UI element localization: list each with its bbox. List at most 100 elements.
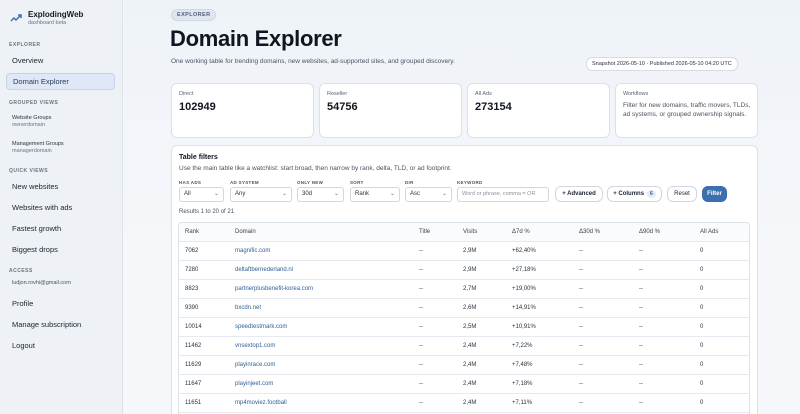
cell-domain-link[interactable]: partnerplusbenefit-korea.com xyxy=(235,280,313,299)
cell-domain-link[interactable]: bxcdn.net xyxy=(235,299,261,318)
cell-visits: 2,4M xyxy=(463,381,477,387)
cell-domain-link[interactable]: mp4moviez.football xyxy=(235,394,287,413)
sidebar-item-fastest-growth[interactable]: Fastest growth xyxy=(6,220,115,237)
brand-name: ExplodingWeb xyxy=(28,10,84,19)
cell-delta30d: -- xyxy=(579,267,583,273)
col-header-delta30d[interactable]: Δ30d % xyxy=(579,223,600,242)
col-header-domain[interactable]: Domain xyxy=(235,223,256,242)
col-header-all-ads[interactable]: All Ads xyxy=(700,223,718,242)
sidebar-item-management-groups[interactable]: Management Groups managerdomain xyxy=(12,141,64,155)
cell-rank: 11647 xyxy=(185,381,202,387)
cell-delta7d: +7,18% xyxy=(512,381,533,387)
col-header-title[interactable]: Title xyxy=(419,223,430,242)
sort-select[interactable]: Rank ⌄ xyxy=(350,187,400,202)
has-ads-select[interactable]: All ⌄ xyxy=(179,187,224,202)
sidebar-item-manage-subscription[interactable]: Manage subscription xyxy=(6,316,115,333)
sidebar-item-domain-explorer[interactable]: Domain Explorer xyxy=(6,73,115,90)
table-row[interactable]: 7062 magnific.com -- 2,9M +62,40% -- -- 0 xyxy=(179,242,749,261)
dir-select[interactable]: Asc ⌄ xyxy=(405,187,452,202)
brand-subtitle: dashboard beta xyxy=(28,20,67,26)
cell-all-ads: 0 xyxy=(700,362,704,368)
col-header-delta7d[interactable]: Δ7d % xyxy=(512,223,530,242)
stat-value: 102949 xyxy=(179,101,216,113)
cell-domain-link[interactable]: deltaftbernederland.nl xyxy=(235,261,293,280)
col-header-visits[interactable]: Visits xyxy=(463,223,477,242)
stat-card-all-ads: All Ads 273154 xyxy=(467,83,610,138)
sidebar-item-website-groups[interactable]: Website Groups ownerdomain xyxy=(12,115,51,129)
table-row[interactable]: 10014 speedtestmark.com -- 2,5M +10,91% -- -- 0 xyxy=(179,318,749,337)
table-row[interactable]: 9390 bxcdn.net -- 2,6M +14,91% -- -- 0 xyxy=(179,299,749,318)
workflows-label: Workflows xyxy=(623,91,649,97)
group-sub: managerdomain xyxy=(12,148,52,154)
cell-domain-link[interactable]: speedtestmark.com xyxy=(235,318,287,337)
col-header-rank[interactable]: Rank xyxy=(185,223,199,242)
workflows-text: Filter for new domains, traffic movers, … xyxy=(623,102,751,118)
table-row[interactable]: 11651 mp4moviez.football -- 2,4M +7,11% -- -- 0 xyxy=(179,394,749,413)
table-header-row: Rank Domain Title Visits Δ7d % Δ30d % Δ9… xyxy=(179,223,749,242)
cell-all-ads: 0 xyxy=(700,267,704,273)
cell-visits: 2,9M xyxy=(463,248,477,254)
table-row[interactable]: 8823 partnerplusbenefit-korea.com -- 2,7M +1… xyxy=(179,280,749,299)
cell-delta7d: +7,48% xyxy=(512,362,533,368)
cell-title: -- xyxy=(419,267,423,273)
section-label-access: ACCESS xyxy=(9,268,33,274)
cell-title: -- xyxy=(419,362,423,368)
user-email: ludjon.rovhi@gmail.com xyxy=(12,280,71,286)
only-new-select[interactable]: 30d ⌄ xyxy=(297,187,344,202)
brand[interactable]: ExplodingWeb dashboard beta xyxy=(10,10,83,27)
sidebar-item-logout[interactable]: Logout xyxy=(6,337,115,354)
table-row[interactable]: 11462 vnsextop1.com -- 2,4M +7,22% -- -- 0 xyxy=(179,337,749,356)
stat-label: Direct xyxy=(179,91,194,97)
cell-rank: 11462 xyxy=(185,343,202,349)
reset-button[interactable]: Reset xyxy=(667,186,697,202)
cell-title: -- xyxy=(419,305,423,311)
cell-rank: 11651 xyxy=(185,400,202,406)
ad-system-select[interactable]: Any ⌄ xyxy=(230,187,292,202)
has-ads-label: HAS ADS xyxy=(179,180,202,185)
cell-rank: 8823 xyxy=(185,286,199,292)
table-row[interactable]: 11629 playinrace.com -- 2,4M +7,48% -- -- 0 xyxy=(179,356,749,375)
columns-button[interactable]: + Columns 6 xyxy=(607,186,662,202)
sidebar-item-overview[interactable]: Overview xyxy=(6,52,115,69)
sidebar-item-profile[interactable]: Profile xyxy=(6,295,115,312)
cell-title: -- xyxy=(419,400,423,406)
cell-visits: 2,4M xyxy=(463,400,477,406)
columns-label: + Columns xyxy=(613,191,645,197)
cell-delta7d: +14,91% xyxy=(512,305,536,311)
filter-button[interactable]: Filter xyxy=(702,186,727,202)
sidebar-item-websites-with-ads[interactable]: Websites with ads xyxy=(6,199,115,216)
only-new-label: ONLY NEW xyxy=(297,180,324,185)
cell-all-ads: 0 xyxy=(700,343,704,349)
cell-title: -- xyxy=(419,324,423,330)
cell-title: -- xyxy=(419,381,423,387)
advanced-button[interactable]: + Advanced xyxy=(555,186,603,202)
table-row[interactable]: 11647 playinjeet.com -- 2,4M +7,18% -- -- 0 xyxy=(179,375,749,394)
workflows-card: Workflows Filter for new domains, traffi… xyxy=(615,83,758,138)
sidebar-item-biggest-drops[interactable]: Biggest drops xyxy=(6,241,115,258)
section-label-quick: QUICK VIEWS xyxy=(9,168,49,174)
columns-count-badge: 6 xyxy=(647,190,656,198)
cell-delta30d: -- xyxy=(579,305,583,311)
snapshot-badge: Snapshot 2026-05-10 · Published 2026-05-… xyxy=(586,57,738,71)
cell-domain-link[interactable]: vnsextop1.com xyxy=(235,337,275,356)
stat-value: 54756 xyxy=(327,101,358,113)
cell-delta7d: +19,00% xyxy=(512,286,536,292)
cell-all-ads: 0 xyxy=(700,324,704,330)
section-label-grouped: GROUPED VIEWS xyxy=(9,100,59,106)
cell-delta90d: -- xyxy=(639,381,643,387)
group-sub: ownerdomain xyxy=(12,122,46,128)
cell-domain-link[interactable]: magnific.com xyxy=(235,242,270,261)
stat-label: All Ads xyxy=(475,91,492,97)
cell-domain-link[interactable]: playinrace.com xyxy=(235,356,275,375)
cell-delta30d: -- xyxy=(579,381,583,387)
chevron-down-icon: ⌄ xyxy=(333,191,339,197)
cell-domain-link[interactable]: playinjeet.com xyxy=(235,375,273,394)
table-row[interactable]: 7280 deltaftbernederland.nl -- 2,9M +27,18% -… xyxy=(179,261,749,280)
keyword-input[interactable]: Word or phrase, comma = OR xyxy=(457,187,549,202)
cell-visits: 2,9M xyxy=(463,267,477,273)
cell-delta30d: -- xyxy=(579,286,583,292)
col-header-delta90d[interactable]: Δ90d % xyxy=(639,223,660,242)
sidebar-item-new-websites[interactable]: New websites xyxy=(6,178,115,195)
cell-delta7d: +27,18% xyxy=(512,267,536,273)
chevron-down-icon: ⌄ xyxy=(441,191,447,197)
